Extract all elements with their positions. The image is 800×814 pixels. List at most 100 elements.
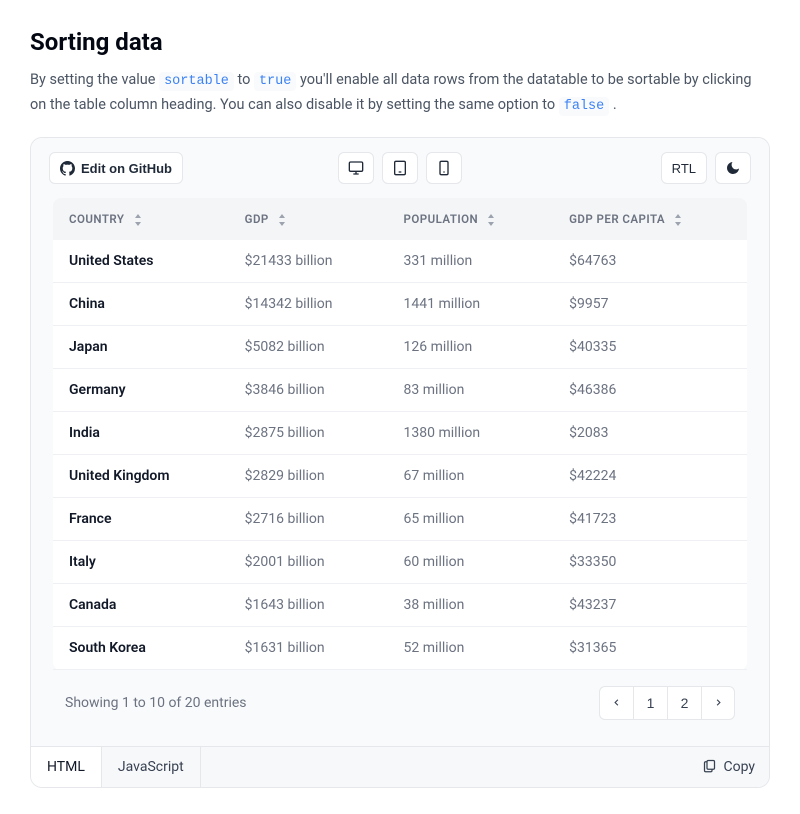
cell-population: 1441 million [388,283,554,326]
chevron-right-icon [713,695,724,711]
cell-country: Italy [53,541,229,584]
header-gpc-label: GDP PER CAPITA [569,212,665,226]
tablet-view-button[interactable] [382,152,418,184]
sort-icon [673,214,683,226]
cell-gpc: $41723 [553,498,747,541]
cell-country: Japan [53,326,229,369]
table-row: South Korea$1631 billion52 million$31365 [53,627,747,670]
cell-country: France [53,498,229,541]
code-false: false [559,97,610,116]
clipboard-icon [702,758,717,777]
dark-mode-button[interactable] [715,152,751,184]
sort-icon [133,214,143,226]
cell-gpc: $43237 [553,584,747,627]
showing-entries: Showing 1 to 10 of 20 entries [65,695,247,711]
page-1-button[interactable]: 1 [633,686,667,720]
cell-gdp: $2001 billion [229,541,388,584]
cell-population: 1380 million [388,412,554,455]
cell-country: China [53,283,229,326]
cell-country: India [53,412,229,455]
page-next-button[interactable] [701,686,735,720]
intro-text: By setting the value [30,71,159,88]
cell-population: 38 million [388,584,554,627]
cell-gdp: $1631 billion [229,627,388,670]
cell-gdp: $2716 billion [229,498,388,541]
data-table: COUNTRY GDP POPULATION GDP PER CAPI [53,198,747,670]
table-row: United States$21433 billion331 million$6… [53,240,747,283]
sort-icon [486,214,496,226]
code-true: true [254,72,296,91]
cell-gpc: $31365 [553,627,747,670]
sort-icon [277,214,287,226]
cell-population: 52 million [388,627,554,670]
preview-toolbar: Edit on GitHub [31,138,769,198]
cell-population: 60 million [388,541,554,584]
page-2-button[interactable]: 2 [667,686,701,720]
desktop-icon [348,160,364,176]
cell-population: 83 million [388,369,554,412]
preview-card: Edit on GitHub [30,137,770,788]
page-title: Sorting data [30,28,770,56]
cell-country: Canada [53,584,229,627]
intro-text: . [613,96,617,113]
code-sortable: sortable [159,72,234,91]
cell-gpc: $42224 [553,455,747,498]
table-footer: Showing 1 to 10 of 20 entries 1 2 [53,670,747,728]
table-row: India$2875 billion1380 million$2083 [53,412,747,455]
mobile-icon [436,160,452,176]
cell-country: United States [53,240,229,283]
code-tabs: HTML JavaScript Copy [31,746,769,787]
header-gdp[interactable]: GDP [229,198,388,240]
edit-github-label: Edit on GitHub [81,161,172,176]
cell-gpc: $2083 [553,412,747,455]
cell-gpc: $46386 [553,369,747,412]
cell-country: United Kingdom [53,455,229,498]
cell-country: Germany [53,369,229,412]
cell-gdp: $5082 billion [229,326,388,369]
cell-gdp: $1643 billion [229,584,388,627]
table-row: China$14342 billion1441 million$9957 [53,283,747,326]
intro-text: to [237,71,253,88]
table-row: France$2716 billion65 million$41723 [53,498,747,541]
cell-population: 67 million [388,455,554,498]
github-icon [60,161,75,176]
cell-gdp: $14342 billion [229,283,388,326]
cell-gpc: $40335 [553,326,747,369]
table-row: Germany$3846 billion83 million$46386 [53,369,747,412]
cell-gdp: $21433 billion [229,240,388,283]
cell-population: 331 million [388,240,554,283]
copy-button[interactable]: Copy [688,747,769,787]
page-prev-button[interactable] [599,686,633,720]
cell-gpc: $64763 [553,240,747,283]
cell-population: 65 million [388,498,554,541]
cell-gdp: $2829 billion [229,455,388,498]
cell-gpc: $9957 [553,283,747,326]
desktop-view-button[interactable] [338,152,374,184]
header-population-label: POPULATION [404,212,479,226]
mobile-view-button[interactable] [426,152,462,184]
cell-population: 126 million [388,326,554,369]
cell-country: South Korea [53,627,229,670]
table-row: Japan$5082 billion126 million$40335 [53,326,747,369]
chevron-left-icon [611,695,622,711]
tab-html[interactable]: HTML [31,747,102,788]
rtl-toggle-button[interactable]: RTL [661,152,707,184]
cell-gdp: $3846 billion [229,369,388,412]
header-gpc[interactable]: GDP PER CAPITA [553,198,747,240]
moon-icon [725,160,741,176]
header-population[interactable]: POPULATION [388,198,554,240]
header-country-label: COUNTRY [69,212,124,226]
tablet-icon [392,160,408,176]
copy-label: Copy [723,759,755,775]
header-country[interactable]: COUNTRY [53,198,229,240]
cell-gpc: $33350 [553,541,747,584]
table-row: United Kingdom$2829 billion67 million$42… [53,455,747,498]
tab-javascript[interactable]: JavaScript [102,747,201,787]
table-row: Canada$1643 billion38 million$43237 [53,584,747,627]
header-gdp-label: GDP [245,212,269,226]
edit-github-button[interactable]: Edit on GitHub [49,152,183,184]
table-row: Italy$2001 billion60 million$33350 [53,541,747,584]
intro-paragraph: By setting the value sortable to true yo… [30,68,770,117]
pagination: 1 2 [599,686,735,720]
cell-gdp: $2875 billion [229,412,388,455]
